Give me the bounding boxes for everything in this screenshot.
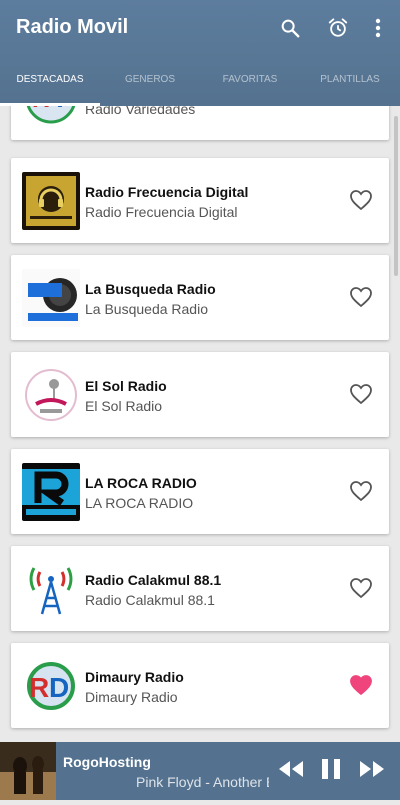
favorite-heart-icon[interactable] (349, 577, 373, 599)
favorite-heart-icon[interactable] (349, 189, 373, 211)
station-card[interactable]: El Sol Radio El Sol Radio (11, 352, 389, 437)
tab-favoritas[interactable]: FAVORITAS (200, 62, 300, 106)
station-subtitle: Radio Frecuencia Digital (85, 204, 238, 220)
station-card[interactable]: LA ROCA RADIO LA ROCA RADIO (11, 449, 389, 534)
station-card[interactable]: Radio Frecuencia Digital Radio Frecuenci… (11, 158, 389, 243)
station-logo (22, 172, 80, 230)
station-card[interactable]: RV Radio Variedades (11, 106, 389, 140)
alarm-button[interactable] (324, 14, 352, 42)
favorite-heart-icon[interactable] (349, 383, 373, 405)
app-title: Radio Movil (16, 16, 129, 38)
station-subtitle: La Busqueda Radio (85, 301, 208, 317)
tab-destacadas[interactable]: DESTACADAS (0, 62, 100, 106)
station-subtitle: El Sol Radio (85, 398, 163, 414)
favorite-heart-icon[interactable] (349, 480, 373, 502)
station-name: LA ROCA RADIO (85, 475, 197, 491)
station-logo: RV (22, 106, 80, 127)
station-card[interactable]: La Busqueda Radio La Busqueda Radio (11, 255, 389, 340)
player-title: RogoHosting (63, 754, 151, 770)
station-logo: RD (22, 657, 80, 715)
station-logo (22, 269, 80, 327)
favorite-heart-icon[interactable] (349, 674, 373, 696)
pause-icon[interactable] (320, 758, 342, 780)
alarm-icon (328, 18, 348, 37)
station-card[interactable]: Radio Calakmul 88.1 Radio Calakmul 88.1 (11, 546, 389, 631)
fast-forward-icon[interactable] (359, 758, 385, 780)
tab-generos[interactable]: GENEROS (100, 62, 200, 106)
station-subtitle: Radio Calakmul 88.1 (85, 592, 215, 608)
station-card[interactable]: RD Dimaury Radio Dimaury Radio (11, 643, 389, 728)
station-name: El Sol Radio (85, 378, 167, 394)
station-list[interactable]: RV Radio Variedades Radio Frecuencia Dig… (0, 106, 400, 742)
more-options-button[interactable] (364, 14, 392, 42)
search-icon (281, 19, 300, 38)
station-logo (22, 560, 80, 618)
station-logo (22, 463, 80, 521)
scrollbar[interactable] (394, 116, 398, 276)
tab-bar: DESTACADAS GENEROS FAVORITAS PLANTILLAS (0, 62, 400, 106)
more-vert-icon (375, 18, 381, 38)
station-logo (22, 366, 80, 424)
svg-text:D: D (49, 672, 69, 703)
station-name: Dimaury Radio (85, 669, 184, 685)
svg-text:R: R (29, 672, 49, 703)
station-subtitle: LA ROCA RADIO (85, 495, 194, 511)
station-name: La Busqueda Radio (85, 281, 216, 297)
station-subtitle: Radio Variedades (85, 106, 196, 117)
mini-player[interactable]: RogoHosting Pink Floyd - Another Brick i… (0, 742, 400, 800)
tab-plantillas[interactable]: PLANTILLAS (300, 62, 400, 106)
app-bar: Radio Movil DESTACADAS GENEROS FAVORITAS… (0, 0, 400, 106)
player-track: Pink Floyd - Another Brick in the Wall (136, 774, 269, 790)
station-name: Radio Calakmul 88.1 (85, 572, 222, 588)
station-name: Radio Frecuencia Digital (85, 184, 249, 200)
favorite-heart-icon[interactable] (349, 286, 373, 308)
svg-text:V: V (52, 106, 68, 113)
station-subtitle: Dimaury Radio (85, 689, 178, 705)
svg-text:R: R (32, 106, 49, 113)
rewind-icon[interactable] (278, 758, 304, 780)
album-art (0, 742, 56, 800)
search-button[interactable] (276, 14, 304, 42)
